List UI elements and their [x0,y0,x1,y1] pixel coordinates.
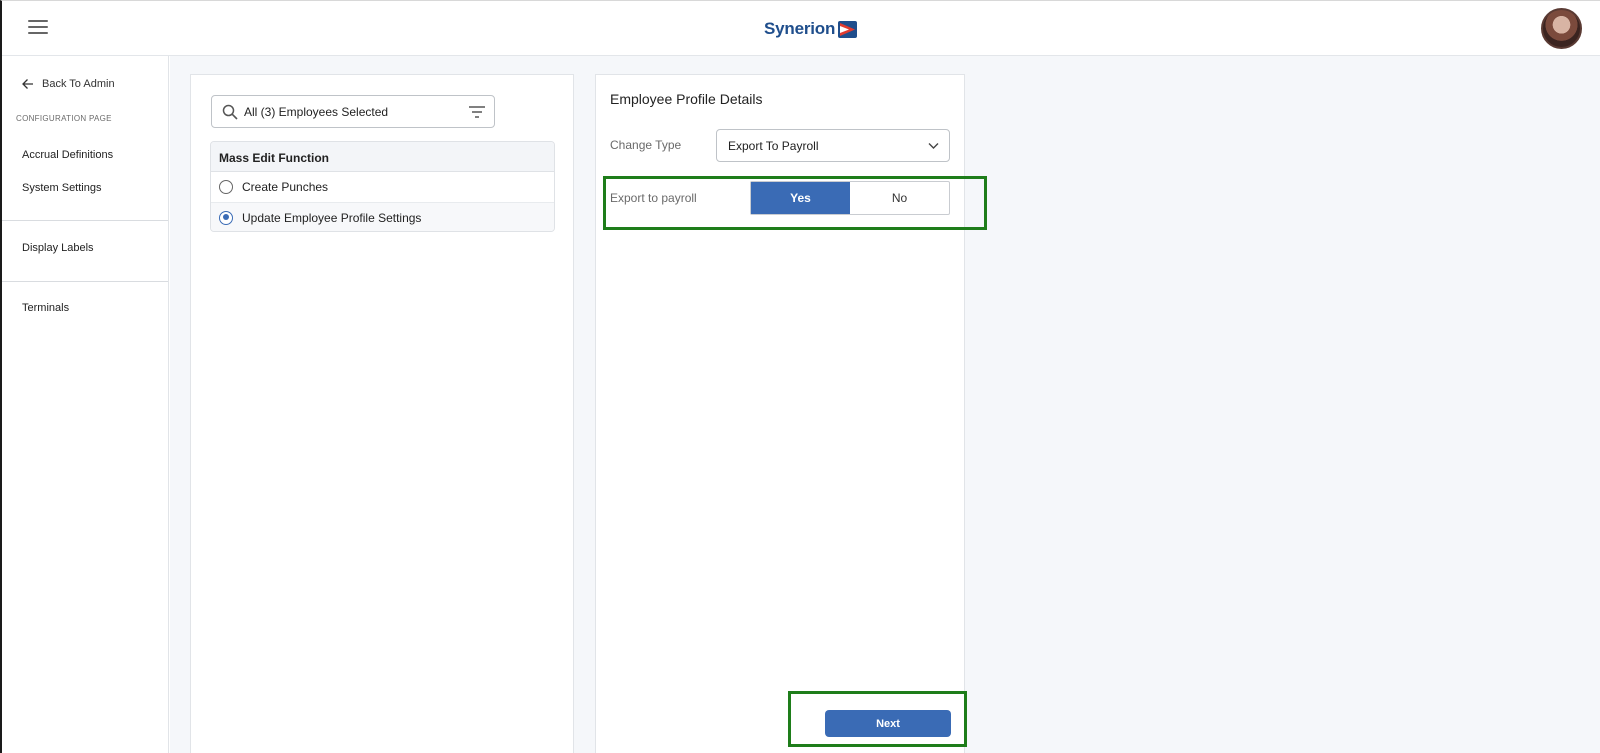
toggle-no-button[interactable]: No [850,182,949,214]
sidebar: Back To Admin CONFIGURATION PAGE Accrual… [2,56,169,753]
change-type-label: Change Type [610,138,682,152]
employee-profile-details-panel: Employee Profile Details Change Type Exp… [595,74,965,753]
employee-selection-panel: Mass Edit Function Create Punches Update… [190,74,574,753]
export-to-payroll-label: Export to payroll [610,191,697,205]
search-icon [222,104,238,120]
logo-text: Synerion [764,19,836,38]
mass-edit-function-table: Mass Edit Function Create Punches Update… [210,141,555,232]
top-bar: Synerion [2,1,1600,56]
logo-mark-icon [838,20,858,38]
change-type-select[interactable]: Export To Payroll [716,129,950,162]
arrow-left-icon [22,79,33,89]
section-label: CONFIGURATION PAGE [16,114,112,123]
app-window: Synerion Back To Admin CONFIGURATION PAG… [0,0,1600,753]
toggle-yes-button[interactable]: Yes [751,182,850,214]
option-label: Update Employee Profile Settings [242,210,422,225]
change-type-value: Export To Payroll [728,138,819,153]
table-header: Mass Edit Function [211,142,554,172]
employee-search-input[interactable] [244,104,464,119]
sidebar-divider [2,220,168,221]
sidebar-item-terminals[interactable]: Terminals [22,302,69,314]
next-button[interactable]: Next [825,710,951,737]
employee-search-box[interactable] [211,95,495,128]
chevron-down-icon [928,143,939,149]
sidebar-item-system-settings[interactable]: System Settings [22,182,101,194]
radio-selected[interactable] [219,210,233,225]
sidebar-divider [2,281,168,282]
option-label: Create Punches [242,180,329,194]
export-to-payroll-toggle: Yes No [750,181,950,215]
back-to-admin-link[interactable]: Back To Admin [22,78,115,90]
main-content: Mass Edit Function Create Punches Update… [170,56,1600,753]
synerion-logo: Synerion [764,17,858,41]
panel-title: Employee Profile Details [610,91,763,107]
user-avatar[interactable] [1541,8,1582,49]
option-create-punches[interactable]: Create Punches [211,172,554,202]
sidebar-item-display-labels[interactable]: Display Labels [22,242,94,254]
option-update-employee-profile-settings[interactable]: Update Employee Profile Settings [211,202,554,231]
filter-icon[interactable] [469,106,485,118]
radio-unselected[interactable] [219,180,233,194]
hamburger-menu-icon[interactable] [28,20,48,36]
back-label: Back To Admin [42,78,115,90]
sidebar-item-accrual-definitions[interactable]: Accrual Definitions [22,149,113,161]
